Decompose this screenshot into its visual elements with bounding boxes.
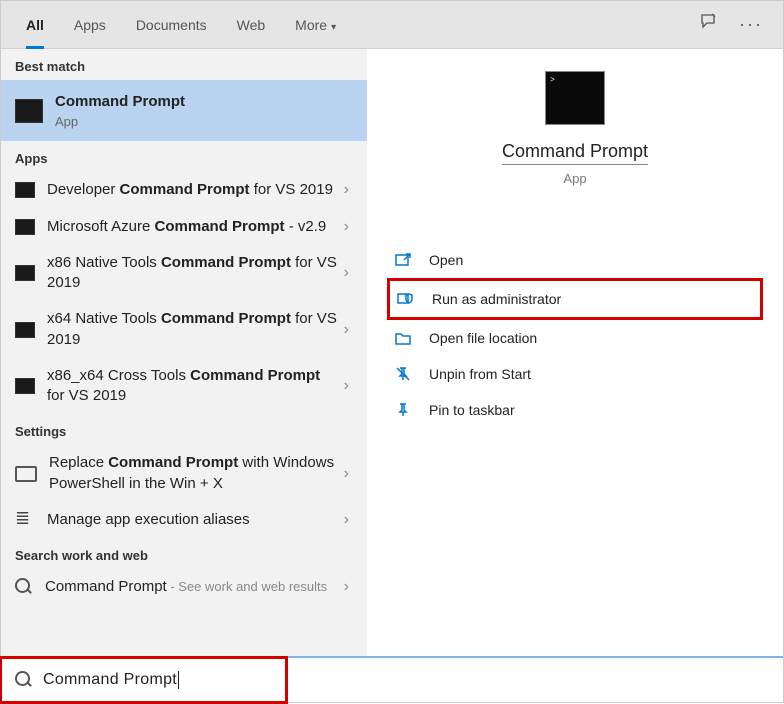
- section-work-web: Search work and web: [1, 538, 367, 569]
- chevron-right-icon[interactable]: ›: [340, 321, 353, 339]
- action-unpin-start[interactable]: Unpin from Start: [387, 356, 763, 392]
- cmd-icon: [15, 378, 35, 394]
- chevron-right-icon[interactable]: ›: [340, 578, 353, 596]
- chevron-right-icon[interactable]: ›: [340, 465, 353, 483]
- cmd-icon: [15, 99, 43, 123]
- cmd-icon: [15, 182, 35, 198]
- action-pin-taskbar[interactable]: Pin to taskbar: [387, 392, 763, 428]
- best-match-title: Command Prompt: [55, 92, 353, 112]
- search-input[interactable]: Command Prompt: [1, 656, 783, 702]
- search-icon: [15, 578, 33, 596]
- unpin-icon: [393, 364, 413, 384]
- action-run-admin[interactable]: Run as administrator: [387, 278, 763, 320]
- pin-icon: [393, 400, 413, 420]
- cmd-icon: [15, 219, 35, 235]
- tab-more[interactable]: More▾: [280, 1, 351, 49]
- results-panel: Best match Command Prompt App Apps Devel…: [1, 49, 367, 656]
- app-result[interactable]: x64 Native Tools Command Prompt for VS 2…: [1, 301, 367, 358]
- shield-icon: [396, 289, 416, 309]
- chevron-right-icon[interactable]: ›: [340, 218, 353, 236]
- more-options-icon[interactable]: ···: [739, 14, 763, 35]
- chevron-right-icon[interactable]: ›: [340, 181, 353, 199]
- chevron-right-icon[interactable]: ›: [340, 377, 353, 395]
- section-settings: Settings: [1, 414, 367, 445]
- action-open-location[interactable]: Open file location: [387, 320, 763, 356]
- app-tile-icon: [545, 71, 605, 125]
- app-result[interactable]: x86 Native Tools Command Prompt for VS 2…: [1, 245, 367, 302]
- best-match-sub: App: [55, 114, 353, 129]
- powershell-setting-icon: [15, 466, 37, 482]
- tab-documents[interactable]: Documents: [121, 1, 222, 49]
- action-open[interactable]: Open: [387, 242, 763, 278]
- search-filter-tabs: All Apps Documents Web More▾ ···: [1, 1, 783, 49]
- search-query-text: Command Prompt: [43, 671, 179, 689]
- settings-result[interactable]: Replace Command Prompt with Windows Powe…: [1, 445, 367, 502]
- open-icon: [393, 250, 413, 270]
- section-apps: Apps: [1, 141, 367, 172]
- app-result[interactable]: Microsoft Azure Command Prompt - v2.9 ›: [1, 209, 367, 245]
- tab-web[interactable]: Web: [222, 1, 281, 49]
- best-match-result[interactable]: Command Prompt App: [1, 80, 367, 141]
- preview-panel: Command Prompt App Open Run as administr…: [367, 49, 783, 656]
- settings-result[interactable]: Manage app execution aliases ›: [1, 502, 367, 538]
- tab-apps[interactable]: Apps: [59, 1, 121, 49]
- action-list: Open Run as administrator Open file loca…: [387, 242, 763, 428]
- app-result[interactable]: Developer Command Prompt for VS 2019 ›: [1, 172, 367, 208]
- cmd-icon: [15, 265, 35, 281]
- chevron-right-icon[interactable]: ›: [340, 264, 353, 282]
- chevron-right-icon[interactable]: ›: [340, 511, 353, 529]
- work-web-result[interactable]: Command Prompt - See work and web result…: [1, 569, 367, 605]
- preview-app-name[interactable]: Command Prompt: [502, 141, 648, 165]
- cmd-icon: [15, 322, 35, 338]
- preview-app-type: App: [387, 171, 763, 186]
- feedback-icon[interactable]: [699, 12, 719, 37]
- section-best-match: Best match: [1, 49, 367, 80]
- folder-icon: [393, 328, 413, 348]
- tab-all[interactable]: All: [11, 1, 59, 49]
- app-result[interactable]: x86_x64 Cross Tools Command Prompt for V…: [1, 358, 367, 415]
- search-icon: [15, 671, 33, 689]
- alias-setting-icon: [15, 512, 35, 528]
